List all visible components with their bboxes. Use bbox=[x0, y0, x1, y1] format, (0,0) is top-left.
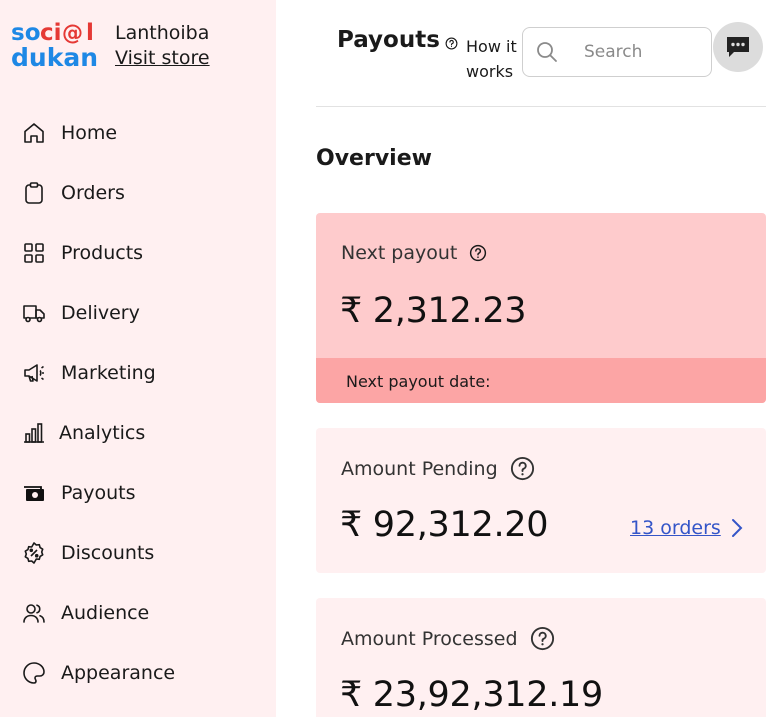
sidebar-item-label: Payouts bbox=[61, 482, 136, 504]
social-dukan-logo[interactable]: so ci @ l dukan bbox=[10, 18, 102, 70]
amount-processed-label: Amount Processed bbox=[341, 627, 518, 650]
top-bar: Payouts How it works bbox=[316, 0, 766, 107]
next-payout-amount: ₹ 2,312.23 bbox=[340, 291, 527, 331]
users-icon bbox=[21, 600, 47, 626]
search-icon bbox=[537, 42, 557, 62]
sidebar-item-label: Marketing bbox=[61, 362, 156, 384]
bar-chart-icon bbox=[21, 420, 47, 446]
how-it-works-link[interactable]: How it works bbox=[445, 34, 526, 84]
sidebar-nav: Home Orders Products Delivery Marketing bbox=[0, 103, 276, 703]
svg-text:dukan: dukan bbox=[11, 43, 98, 70]
sidebar-item-label: Audience bbox=[61, 602, 150, 624]
chat-bubble-icon bbox=[727, 37, 749, 57]
grid-icon bbox=[21, 240, 47, 266]
megaphone-icon bbox=[21, 360, 47, 386]
help-circle-icon bbox=[445, 37, 458, 50]
sidebar-item-label: Delivery bbox=[61, 302, 140, 324]
discount-badge-icon bbox=[21, 540, 47, 566]
sidebar-item-marketing[interactable]: Marketing bbox=[0, 343, 276, 403]
pending-orders-link[interactable]: 13 orders bbox=[630, 517, 743, 539]
sidebar-item-delivery[interactable]: Delivery bbox=[0, 283, 276, 343]
sidebar-item-products[interactable]: Products bbox=[0, 223, 276, 283]
help-circle-icon[interactable] bbox=[469, 244, 487, 262]
sidebar-item-analytics[interactable]: Analytics bbox=[0, 403, 276, 463]
main-content: Payouts How it works Overview Next payou… bbox=[316, 0, 766, 717]
amount-processed-card: Amount Processed ₹ 23,92,312.19 bbox=[316, 598, 766, 717]
search-box[interactable] bbox=[522, 27, 712, 77]
amount-pending-value: ₹ 92,312.20 bbox=[340, 505, 549, 545]
palette-icon bbox=[21, 660, 47, 686]
next-payout-date-bar: Next payout date: bbox=[316, 358, 766, 403]
page-title: Payouts bbox=[337, 27, 440, 53]
home-icon bbox=[21, 120, 47, 146]
sidebar-item-orders[interactable]: Orders bbox=[0, 163, 276, 223]
cash-icon bbox=[21, 480, 47, 506]
sidebar-item-label: Home bbox=[61, 122, 118, 144]
sidebar-item-label: Products bbox=[61, 242, 144, 264]
next-payout-label: Next payout bbox=[341, 242, 458, 264]
sidebar: so ci @ l dukan Lanthoiba Visit store Ho… bbox=[0, 0, 276, 717]
help-circle-icon[interactable] bbox=[510, 456, 535, 481]
chat-support-button[interactable] bbox=[713, 22, 763, 72]
sidebar-item-payouts[interactable]: Payouts bbox=[0, 463, 276, 523]
sidebar-item-audience[interactable]: Audience bbox=[0, 583, 276, 643]
sidebar-item-appearance[interactable]: Appearance bbox=[0, 643, 276, 703]
sidebar-item-label: Appearance bbox=[61, 662, 176, 684]
sidebar-item-label: Analytics bbox=[59, 422, 146, 444]
sidebar-item-label: Discounts bbox=[61, 542, 155, 564]
store-name: Lanthoiba bbox=[115, 22, 210, 44]
truck-icon bbox=[21, 300, 47, 326]
next-payout-date-label: Next payout date: bbox=[346, 372, 491, 391]
chevron-right-icon bbox=[731, 519, 743, 537]
next-payout-card: Next payout ₹ 2,312.23 Next payout date: bbox=[316, 213, 766, 403]
search-input[interactable] bbox=[584, 42, 704, 62]
how-it-works-label: How it works bbox=[466, 37, 517, 81]
visit-store-link[interactable]: Visit store bbox=[115, 45, 210, 71]
amount-pending-label: Amount Pending bbox=[341, 457, 498, 480]
overview-heading: Overview bbox=[316, 146, 432, 171]
pending-orders-label: 13 orders bbox=[630, 517, 721, 539]
clipboard-icon bbox=[21, 180, 47, 206]
brand-header: so ci @ l dukan Lanthoiba Visit store bbox=[10, 18, 210, 71]
amount-pending-card: Amount Pending ₹ 92,312.20 13 orders bbox=[316, 428, 766, 573]
sidebar-item-label: Orders bbox=[61, 182, 125, 204]
sidebar-item-home[interactable]: Home bbox=[0, 103, 276, 163]
amount-processed-value: ₹ 23,92,312.19 bbox=[340, 675, 603, 715]
sidebar-item-discounts[interactable]: Discounts bbox=[0, 523, 276, 583]
help-circle-icon[interactable] bbox=[530, 626, 555, 651]
svg-text:@: @ bbox=[62, 21, 83, 45]
